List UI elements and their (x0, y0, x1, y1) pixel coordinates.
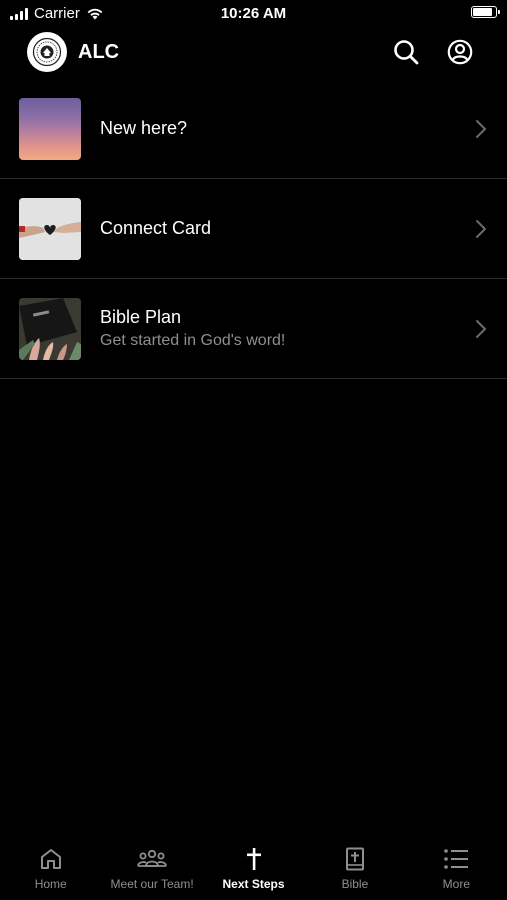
tab-label: Bible (341, 877, 369, 891)
battery-icon (471, 6, 500, 18)
chevron-right-icon (476, 220, 486, 238)
app-header: ALC (0, 32, 507, 74)
list-item-subtitle: Get started in God's word! (100, 332, 286, 349)
bible-icon (345, 847, 364, 871)
account-icon (447, 39, 473, 65)
next-steps-list: New here? Connect Card Bible Plan Get st… (0, 79, 507, 379)
tab-label: Next Steps (222, 877, 285, 891)
hands-heart-thumbnail (19, 198, 81, 260)
tab-bar: Home Meet our Team! Next Steps Bible Mor… (0, 838, 507, 900)
tab-next-steps[interactable]: Next Steps (203, 838, 304, 900)
app-title: ALC (78, 41, 120, 63)
chevron-right-icon (476, 320, 486, 338)
church-logo-icon[interactable] (27, 32, 67, 72)
tab-home[interactable]: Home (0, 838, 101, 900)
bible-flowers-thumbnail (19, 298, 81, 360)
list-icon (444, 849, 469, 869)
tab-label: Meet our Team! (110, 877, 194, 891)
status-bar: Carrier 10:26 AM (0, 0, 507, 28)
group-icon (137, 849, 168, 867)
account-button[interactable] (446, 38, 474, 66)
status-time: 10:26 AM (220, 5, 287, 22)
tab-bible[interactable]: Bible (304, 838, 405, 900)
list-item-title: Bible Plan (100, 307, 182, 327)
tab-label: Home (34, 877, 67, 891)
chevron-right-icon (476, 120, 486, 138)
home-icon (40, 849, 61, 869)
tab-meet-our-team[interactable]: Meet our Team! (101, 838, 202, 900)
cross-icon (246, 848, 261, 870)
list-item-title: Connect Card (100, 218, 212, 238)
tab-label: More (442, 877, 470, 891)
list-item-new-here[interactable]: New here? (0, 79, 507, 179)
tab-more[interactable]: More (406, 838, 507, 900)
list-item-title: New here? (100, 118, 188, 138)
search-button[interactable] (392, 38, 420, 66)
list-item-connect-card[interactable]: Connect Card (0, 179, 507, 279)
sunset-thumbnail (19, 98, 81, 160)
battery-fill (473, 8, 492, 16)
list-item-bible-plan[interactable]: Bible Plan Get started in God's word! (0, 279, 507, 379)
search-icon (394, 40, 419, 65)
